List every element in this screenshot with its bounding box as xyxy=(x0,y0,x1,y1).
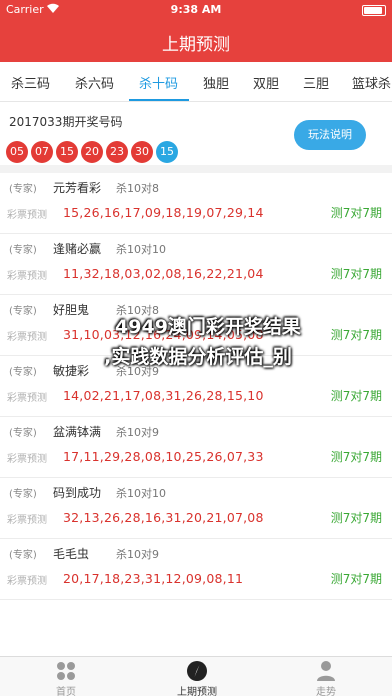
kill-record: 杀10对8 xyxy=(116,182,159,195)
tabbar-label: 首页 xyxy=(56,687,76,696)
tabbar-label: 走势 xyxy=(316,687,336,696)
compass-icon xyxy=(185,660,209,682)
category-tabs: 杀三码 杀六码 杀十码 独胆 双胆 三胆 篮球杀 xyxy=(0,62,392,102)
tab-kill-six[interactable]: 杀六码 xyxy=(75,73,114,92)
winning-numbers: 05 07 15 20 23 30 15 xyxy=(6,140,181,163)
prediction-row[interactable]: (专家) 码到成功 杀10对10 彩票预测 32,13,26,28,16,31,… xyxy=(0,478,392,539)
red-ball: 05 xyxy=(6,141,28,163)
red-ball: 07 xyxy=(31,141,53,163)
expert-tag: (专家) xyxy=(9,428,37,439)
expert-name: 敏捷彩 xyxy=(53,364,90,378)
kill-record: 杀10对9 xyxy=(116,365,159,378)
prediction-row[interactable]: (专家) 逢赌必赢 杀10对10 彩票预测 11,32,18,03,02,08,… xyxy=(0,234,392,295)
kill-record: 杀10对9 xyxy=(116,426,159,439)
bottom-tab-bar: 首页 上期预测 走势 xyxy=(0,656,392,696)
prediction-row[interactable]: (专家) 盆满钵满 杀10对9 彩票预测 17,11,29,28,08,10,2… xyxy=(0,417,392,478)
tab-blue-kill[interactable]: 篮球杀 xyxy=(352,73,391,92)
kill-record: 杀10对10 xyxy=(116,487,166,500)
expert-tag: (专家) xyxy=(9,245,37,256)
grid-icon xyxy=(54,660,78,682)
red-ball: 15 xyxy=(56,141,78,163)
predicted-numbers: 15,26,16,17,09,18,19,07,29,14 xyxy=(63,205,264,220)
expert-tag: (专家) xyxy=(9,489,37,500)
prediction-subtag: 彩票预测 xyxy=(7,210,47,221)
expert-name: 好胆鬼 xyxy=(53,303,90,317)
accuracy-stat: 测7对7期 xyxy=(330,450,382,464)
accuracy-stat: 测7对7期 xyxy=(330,572,382,586)
accuracy-stat: 测7对7期 xyxy=(330,389,382,403)
page-title: 上期预测 xyxy=(162,35,230,55)
kill-record: 杀10对9 xyxy=(116,548,159,561)
expert-tag: (专家) xyxy=(9,184,37,195)
status-bar: Carrier 9:38 AM xyxy=(0,0,392,20)
draw-result-section: 2017033期开奖号码 05 07 15 20 23 30 15 玩法说明 xyxy=(0,103,392,173)
active-tab-indicator xyxy=(129,99,189,101)
expert-tag: (专家) xyxy=(9,306,37,317)
predicted-numbers: 32,13,26,28,16,31,20,21,07,08 xyxy=(63,510,264,525)
prediction-subtag: 彩票预测 xyxy=(7,332,47,343)
prediction-row[interactable]: (专家) 毛毛虫 杀10对9 彩票预测 20,17,18,23,31,12,09… xyxy=(0,539,392,600)
expert-name: 码到成功 xyxy=(53,486,102,500)
prediction-list: (专家) 元芳看彩 杀10对8 彩票预测 15,26,16,17,09,18,1… xyxy=(0,173,392,600)
prediction-subtag: 彩票预测 xyxy=(7,454,47,465)
predicted-numbers: 17,11,29,28,08,10,25,26,07,33 xyxy=(63,449,264,464)
accuracy-stat: 测7对7期 xyxy=(330,328,382,342)
rules-button[interactable]: 玩法说明 xyxy=(294,120,366,150)
battery-level xyxy=(364,7,382,14)
tab-kill-ten[interactable]: 杀十码 xyxy=(139,73,178,92)
prediction-row[interactable]: (专家) 元芳看彩 杀10对8 彩票预测 15,26,16,17,09,18,1… xyxy=(0,173,392,234)
blue-ball: 15 xyxy=(156,141,178,163)
prediction-subtag: 彩票预测 xyxy=(7,515,47,526)
predicted-numbers: 14,02,21,17,08,31,26,28,15,10 xyxy=(63,388,264,403)
red-ball: 23 xyxy=(106,141,128,163)
expert-name: 盆满钵满 xyxy=(53,425,102,439)
tabbar-home[interactable]: 首页 xyxy=(26,657,106,696)
accuracy-stat: 测7对7期 xyxy=(330,267,382,281)
accuracy-stat: 测7对7期 xyxy=(330,511,382,525)
prediction-subtag: 彩票预测 xyxy=(7,576,47,587)
prediction-subtag: 彩票预测 xyxy=(7,393,47,404)
draw-title: 2017033期开奖号码 xyxy=(9,115,123,129)
red-ball: 20 xyxy=(81,141,103,163)
tabbar-label: 上期预测 xyxy=(177,687,217,696)
tab-triple-pick[interactable]: 三胆 xyxy=(303,73,329,92)
expert-name: 逢赌必赢 xyxy=(53,242,102,256)
predicted-numbers: 31,10,03,12,16,24,09,14,05,08 xyxy=(63,327,264,342)
expert-name: 元芳看彩 xyxy=(53,181,102,195)
tab-kill-three[interactable]: 杀三码 xyxy=(11,73,50,92)
status-time: 9:38 AM xyxy=(170,3,222,16)
prediction-row[interactable]: (专家) 敏捷彩 杀10对9 彩票预测 14,02,21,17,08,31,26… xyxy=(0,356,392,417)
predicted-numbers: 11,32,18,03,02,08,16,22,21,04 xyxy=(63,266,264,281)
expert-name: 毛毛虫 xyxy=(53,547,90,561)
tab-single-pick[interactable]: 独胆 xyxy=(203,73,229,92)
predicted-numbers: 20,17,18,23,31,12,09,08,11 xyxy=(63,571,244,586)
accuracy-stat: 测7对7期 xyxy=(330,206,382,220)
person-icon xyxy=(314,660,338,682)
nav-bar: 上期预测 xyxy=(0,20,392,62)
tabbar-trend[interactable]: 走势 xyxy=(286,657,366,696)
kill-record: 杀10对10 xyxy=(116,243,166,256)
tabbar-last-prediction[interactable]: 上期预测 xyxy=(157,657,237,696)
expert-tag: (专家) xyxy=(9,550,37,561)
prediction-row[interactable]: (专家) 好胆鬼 杀10对8 彩票预测 31,10,03,12,16,24,09… xyxy=(0,295,392,356)
red-ball: 30 xyxy=(131,141,153,163)
battery-icon xyxy=(362,5,386,16)
kill-record: 杀10对8 xyxy=(116,304,159,317)
tab-double-pick[interactable]: 双胆 xyxy=(253,73,279,92)
app-screen: Carrier 9:38 AM 上期预测 杀三码 杀六码 杀十码 独胆 双胆 三… xyxy=(0,0,392,696)
expert-tag: (专家) xyxy=(9,367,37,378)
prediction-subtag: 彩票预测 xyxy=(7,271,47,282)
